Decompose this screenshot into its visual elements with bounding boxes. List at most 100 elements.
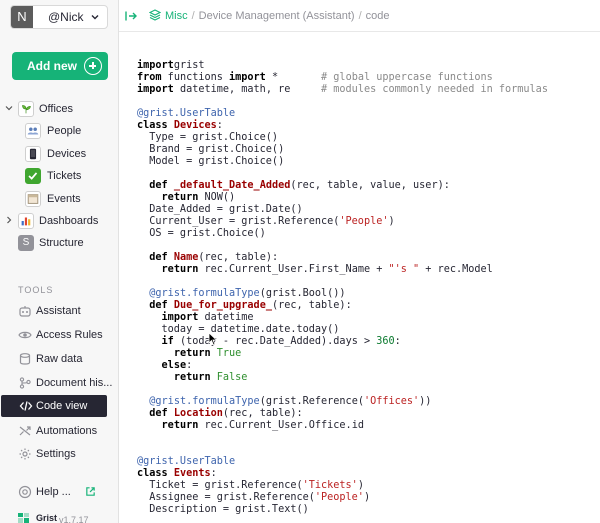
code-token: "'s " xyxy=(388,264,420,275)
breadcrumb-document[interactable]: Device Management (Assistant) xyxy=(199,10,355,22)
code-line: @grist.UserTable xyxy=(137,108,592,120)
code-token: Ticket = grist.Reference( xyxy=(137,480,303,491)
code-token: Devices xyxy=(173,120,217,131)
code-token: def xyxy=(149,408,168,419)
code-token: datetime, math, re xyxy=(173,84,322,95)
code-line: import datetime, math, re # modules comm… xyxy=(137,84,592,96)
code-token: (rec, table, value, user): xyxy=(290,180,450,191)
tool-automations[interactable]: Automations xyxy=(0,420,118,442)
code-line: return rec.Current_User.First_Name + "'s… xyxy=(137,264,592,276)
org-avatar: N xyxy=(11,6,33,28)
code-token: (rec, table): xyxy=(198,252,279,263)
tool-code-view[interactable]: Code view xyxy=(1,395,107,417)
eye-icon xyxy=(18,331,32,339)
code-token: Name xyxy=(173,252,199,263)
code-token: * xyxy=(265,72,322,83)
code-token: 360 xyxy=(376,336,395,347)
add-new-button[interactable]: Add new xyxy=(12,52,108,80)
code-token: (today - rec.Date_Added).days > xyxy=(173,336,377,347)
breadcrumb: Misc / Device Management (Assistant) / code xyxy=(149,9,390,22)
page-label: Offices xyxy=(39,103,74,115)
tool-document-history[interactable]: Document his... xyxy=(0,372,118,394)
page-dashboards[interactable]: Dashboards xyxy=(0,210,118,232)
code-line: def _default_Date_Added(rec, table, valu… xyxy=(137,180,592,192)
tool-label: Document his... xyxy=(36,377,113,389)
code-token: Assignee = grist.Reference( xyxy=(137,492,315,503)
code-token: datetime xyxy=(198,312,254,323)
tool-label: Access Rules xyxy=(36,329,103,341)
database-icon xyxy=(19,353,31,365)
code-line: @grist.formulaType(grist.Reference('Offi… xyxy=(137,396,592,408)
help-icon xyxy=(18,485,32,499)
page-label: Devices xyxy=(47,148,87,160)
code-token: grist xyxy=(173,60,205,71)
code-token: def xyxy=(149,252,168,263)
code-token: import xyxy=(137,84,174,95)
automations-icon xyxy=(19,426,31,436)
code-token: Description = grist.Text() xyxy=(137,504,309,515)
code-token: import xyxy=(229,72,266,83)
code-token: def xyxy=(149,180,168,191)
tool-settings[interactable]: Settings xyxy=(0,443,118,465)
page-label: Dashboards xyxy=(39,215,99,227)
code-token: class xyxy=(137,468,168,479)
panel-toggle-icon[interactable] xyxy=(125,10,137,22)
code-viewer: importgrist from functions import * # glo… xyxy=(137,60,592,516)
code-token: ) xyxy=(388,216,395,227)
code-token: NOW() xyxy=(198,192,236,203)
gear-icon xyxy=(19,448,31,460)
code-token: def xyxy=(149,300,168,311)
code-token: today = datetime.date.today() xyxy=(137,324,340,335)
chevron-right-icon xyxy=(7,216,12,224)
page-people[interactable]: People xyxy=(0,120,118,142)
structure-letter-icon: S xyxy=(18,235,34,251)
code-token: return xyxy=(173,348,211,359)
tool-assistant[interactable]: Assistant xyxy=(0,300,118,322)
code-line: if (today - rec.Date_Added).days > 360: xyxy=(137,336,592,348)
code-token: @grist.formulaType xyxy=(149,288,260,299)
tool-label: Automations xyxy=(36,425,98,437)
tool-access-rules[interactable]: Access Rules xyxy=(0,324,118,346)
code-token: )) xyxy=(419,396,432,407)
tool-raw-data[interactable]: Raw data xyxy=(0,348,118,370)
page-structure[interactable]: S Structure xyxy=(0,232,118,254)
code-token: class xyxy=(137,120,168,131)
page-events[interactable]: Events xyxy=(0,188,118,210)
plus-icon xyxy=(84,57,102,75)
code-token: Model = grist.Choice() xyxy=(137,156,285,167)
code-line: class Events: xyxy=(137,468,592,480)
page-offices[interactable]: Offices xyxy=(0,98,118,120)
code-token: return xyxy=(161,420,199,431)
breadcrumb-workspace[interactable]: Misc xyxy=(165,10,188,22)
tool-label: Assistant xyxy=(36,305,81,317)
code-token: Location xyxy=(173,408,223,419)
page-devices[interactable]: Devices xyxy=(0,143,118,165)
breadcrumb-page: code xyxy=(365,10,390,22)
code-token: OS = grist.Choice() xyxy=(137,228,266,239)
tool-label: Raw data xyxy=(36,353,83,365)
code-token: + rec.Model xyxy=(419,264,493,275)
code-line: @grist.formulaType(grist.Bool()) xyxy=(137,288,592,300)
workspace-icon xyxy=(149,9,161,21)
org-switcher[interactable]: N @Nick xyxy=(10,5,108,29)
code-token: import xyxy=(161,312,199,323)
code-token: ) xyxy=(357,480,364,491)
version-label: v1.7.17 xyxy=(59,515,89,523)
code-token: (rec, table): xyxy=(222,408,303,419)
page-tickets[interactable]: Tickets xyxy=(0,165,118,187)
help-center[interactable]: Help ... xyxy=(0,481,118,503)
code-token: else xyxy=(161,360,187,371)
code-line: Brand = grist.Choice() xyxy=(137,144,592,156)
code-line: import datetime xyxy=(137,312,592,324)
page-label: Structure xyxy=(39,237,84,249)
tools-heading: TOOLS xyxy=(18,285,54,295)
code-token: : xyxy=(210,468,217,479)
